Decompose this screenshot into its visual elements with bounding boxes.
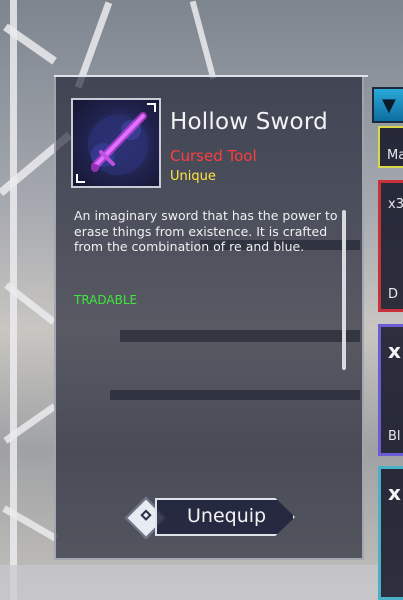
description-scrollbar[interactable] bbox=[342, 210, 346, 370]
icon-corner-bottom-left bbox=[76, 174, 85, 183]
chevron-down-icon: ▼ bbox=[382, 95, 396, 116]
slot-label: Ma bbox=[387, 148, 403, 163]
inventory-slot[interactable]: x Bl bbox=[378, 324, 403, 456]
item-type: Cursed Tool bbox=[170, 147, 257, 165]
inventory-dropdown-button[interactable]: ▼ bbox=[372, 87, 403, 123]
unequip-button[interactable]: Unequip bbox=[124, 496, 301, 540]
inventory-slot[interactable]: x3 D bbox=[378, 180, 403, 312]
item-detail-panel: Hollow Sword Cursed Tool Unique An imagi… bbox=[54, 75, 368, 560]
item-name: Hollow Sword bbox=[170, 109, 328, 135]
panel-top-border bbox=[54, 75, 368, 77]
tradable-label: TRADABLE bbox=[74, 293, 138, 307]
item-description: An imaginary sword that has the power to… bbox=[74, 208, 338, 254]
slot-count: x bbox=[388, 481, 401, 505]
inventory-slot[interactable]: Ma bbox=[378, 126, 403, 168]
unequip-label[interactable]: Unequip bbox=[187, 505, 266, 527]
slot-count: x bbox=[388, 339, 401, 363]
inventory-slot[interactable]: x bbox=[378, 466, 403, 600]
slot-label: Bl bbox=[388, 429, 401, 444]
item-icon-frame bbox=[71, 98, 161, 188]
cursed-sword-icon bbox=[88, 112, 148, 175]
icon-corner-top-right bbox=[147, 103, 156, 112]
slot-count: x3 bbox=[388, 197, 403, 212]
slot-label: D bbox=[388, 287, 399, 302]
item-rarity: Unique bbox=[170, 169, 216, 184]
